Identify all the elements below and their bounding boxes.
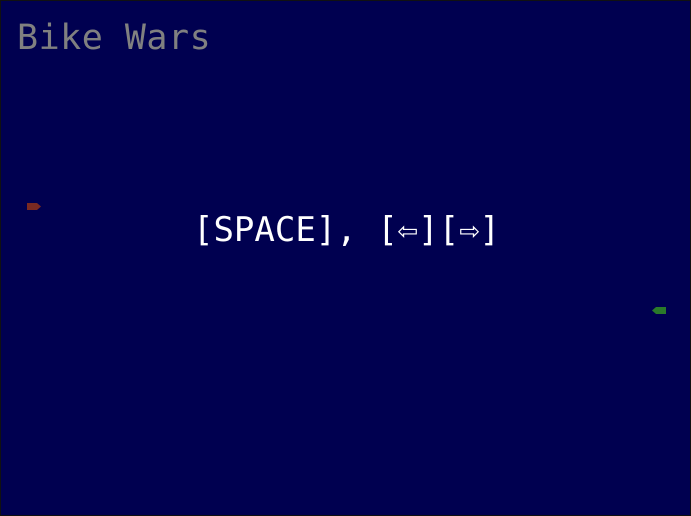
player-2-bike: [652, 307, 666, 314]
game-canvas[interactable]: Bike Wars [SPACE], [⇦][⇨]: [0, 0, 691, 516]
game-title: Bike Wars: [17, 18, 212, 58]
player-1-bike: [27, 203, 41, 210]
controls-hint: [SPACE], [⇦][⇨]: [192, 210, 501, 250]
